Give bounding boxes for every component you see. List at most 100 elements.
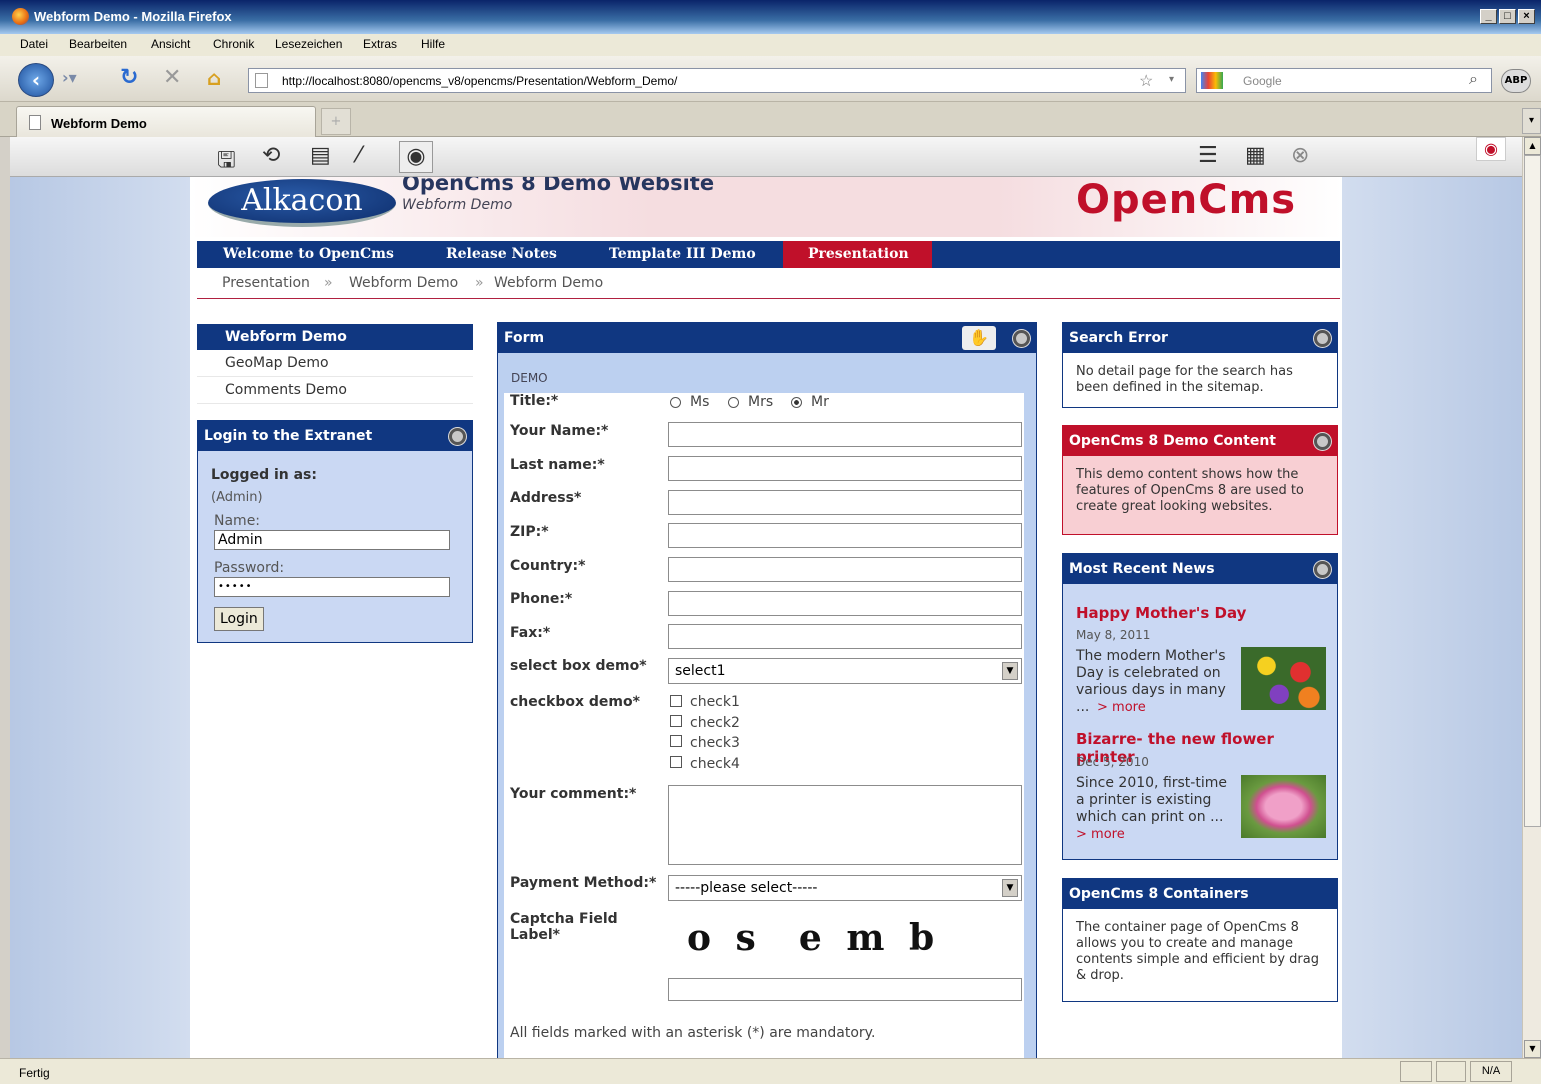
news-1-headline[interactable]: Happy Mother's Day	[1076, 604, 1246, 622]
magic-wand-icon[interactable]: ⁄	[357, 143, 361, 168]
vertical-scrollbar[interactable]: ▲ ▼	[1522, 137, 1541, 1058]
comment-textarea[interactable]	[668, 785, 1022, 865]
opencms-logo[interactable]: OpenCms	[1076, 177, 1296, 223]
menu-hilfe[interactable]: Hilfe	[421, 37, 445, 51]
gear-icon[interactable]	[449, 428, 466, 445]
form-section: DEMO	[511, 371, 548, 385]
gear-icon[interactable]	[1314, 561, 1331, 578]
target-icon[interactable]: ◉	[399, 141, 433, 173]
checkbox-2[interactable]	[670, 715, 682, 727]
address-bar[interactable]: http://localhost:8080/opencms_v8/opencms…	[248, 68, 1186, 93]
stop-icon[interactable]: ✕	[163, 65, 181, 90]
menu-ansicht[interactable]: Ansicht	[151, 37, 190, 51]
breadcrumb-webform[interactable]: Webform Demo	[349, 275, 458, 291]
left-nav-active[interactable]: Webform Demo	[197, 324, 473, 350]
checkbox-4[interactable]	[670, 756, 682, 768]
select-value: select1	[675, 663, 726, 679]
news-1-more[interactable]: > more	[1097, 700, 1146, 715]
close-button[interactable]: ×	[1518, 9, 1535, 24]
close-circle-icon[interactable]: ⊗	[1291, 143, 1309, 168]
scroll-down-button[interactable]: ▼	[1524, 1040, 1541, 1058]
scroll-up-button[interactable]: ▲	[1524, 137, 1541, 155]
password-field[interactable]: •••••	[214, 577, 450, 597]
page-icon	[255, 73, 268, 88]
bookmark-star-icon[interactable]: ☆	[1139, 71, 1153, 91]
menu-extras[interactable]: Extras	[363, 37, 397, 51]
checkbox-3[interactable]	[670, 735, 682, 747]
left-nav-geomap[interactable]: GeoMap Demo	[197, 350, 473, 377]
status-plugin-icon[interactable]	[1400, 1061, 1432, 1082]
maximize-button[interactable]: □	[1499, 9, 1516, 24]
select-label: select box demo*	[510, 658, 647, 674]
fax-label: Fax:*	[510, 625, 551, 641]
search-icon[interactable]: ⌕	[1469, 71, 1478, 89]
tab-webform-demo[interactable]: Webform Demo	[16, 106, 316, 137]
checkbox-label: checkbox demo*	[510, 694, 640, 710]
chevron-down-icon[interactable]: ▼	[1002, 879, 1018, 897]
phone-input[interactable]	[668, 591, 1022, 616]
google-icon[interactable]	[1201, 72, 1223, 89]
chevron-down-icon[interactable]: ▼	[1002, 662, 1018, 680]
fax-input[interactable]	[668, 624, 1022, 649]
left-nav-comments[interactable]: Comments Demo	[197, 377, 473, 404]
sitemap-icon[interactable]: ☰	[1198, 143, 1218, 168]
radio-ms-label: Ms	[690, 394, 710, 410]
address-input[interactable]	[668, 490, 1022, 515]
home-icon[interactable]: ⌂	[207, 66, 221, 90]
country-input[interactable]	[668, 557, 1022, 582]
select-box[interactable]: select1 ▼	[668, 658, 1022, 684]
menu-chronik[interactable]: Chronik	[213, 37, 254, 51]
page-icon	[29, 115, 41, 130]
radio-ms[interactable]	[670, 397, 681, 408]
captcha-input[interactable]	[668, 978, 1022, 1001]
search-input[interactable]: Google ⌕	[1196, 68, 1492, 93]
last-name-input[interactable]	[668, 456, 1022, 481]
menu-datei[interactable]: Datei	[20, 37, 48, 51]
abp-button[interactable]: ABP	[1501, 69, 1531, 93]
login-button[interactable]: Login	[214, 607, 264, 631]
nav-release-notes[interactable]: Release Notes	[446, 241, 557, 268]
gear-icon[interactable]	[1013, 330, 1030, 347]
nav-presentation[interactable]: Presentation	[783, 241, 932, 268]
clipboard-icon[interactable]: ▤	[310, 143, 331, 168]
gear-icon[interactable]	[1314, 330, 1331, 347]
forward-icon[interactable]: ›▾	[62, 68, 77, 87]
nav-welcome[interactable]: Welcome to OpenCms	[223, 241, 394, 268]
breadcrumb-presentation[interactable]: Presentation	[222, 275, 310, 291]
zip-input[interactable]	[668, 523, 1022, 548]
menu-bearbeiten[interactable]: Bearbeiten	[69, 37, 127, 51]
history-icon[interactable]: ⟲	[262, 143, 280, 168]
news-2-more[interactable]: > more	[1076, 827, 1125, 842]
alkacon-logo[interactable]: Alkacon	[208, 179, 396, 227]
tab-label: Webform Demo	[51, 116, 147, 131]
tree-icon[interactable]: ▦	[1245, 143, 1266, 168]
minimize-button[interactable]: _	[1480, 9, 1497, 24]
window-titlebar: Webform Demo - Mozilla Firefox _ □ ×	[0, 0, 1541, 34]
form-title: Form	[504, 330, 545, 346]
page-content: Alkacon OpenCms 8 Demo Website Webform D…	[190, 171, 1342, 1058]
checkbox-1[interactable]	[670, 695, 682, 707]
radio-mrs-label: Mrs	[748, 394, 774, 410]
payment-value: -----please select-----	[675, 880, 818, 896]
search-placeholder: Google	[1243, 74, 1282, 88]
menu-lesezeichen[interactable]: Lesezeichen	[275, 37, 342, 51]
dropdown-icon[interactable]: ▾	[1169, 74, 1174, 85]
back-icon[interactable]: ‹	[18, 63, 54, 97]
payment-select[interactable]: -----please select----- ▼	[668, 875, 1022, 901]
site-header: Alkacon OpenCms 8 Demo Website Webform D…	[190, 171, 1342, 237]
new-tab-button[interactable]: +	[321, 108, 351, 135]
demo-content-title: OpenCms 8 Demo Content	[1069, 433, 1276, 449]
name-field[interactable]: Admin	[214, 530, 450, 550]
tab-list-button[interactable]: ▾	[1522, 108, 1541, 134]
radio-mrs[interactable]	[728, 397, 739, 408]
gear-icon[interactable]	[1314, 433, 1331, 450]
nav-template-iii[interactable]: Template III Demo	[609, 241, 756, 268]
target-toggle-icon[interactable]: ◉	[1476, 137, 1506, 161]
radio-mr[interactable]	[791, 397, 802, 408]
reload-icon[interactable]: ↻	[120, 65, 138, 90]
save-icon[interactable]: 🖫	[217, 143, 236, 181]
edit-hand-icon[interactable]: ✋	[962, 326, 996, 350]
scroll-thumb[interactable]	[1524, 155, 1541, 827]
your-name-input[interactable]	[668, 422, 1022, 447]
containers-header: OpenCms 8 Containers	[1063, 879, 1337, 909]
